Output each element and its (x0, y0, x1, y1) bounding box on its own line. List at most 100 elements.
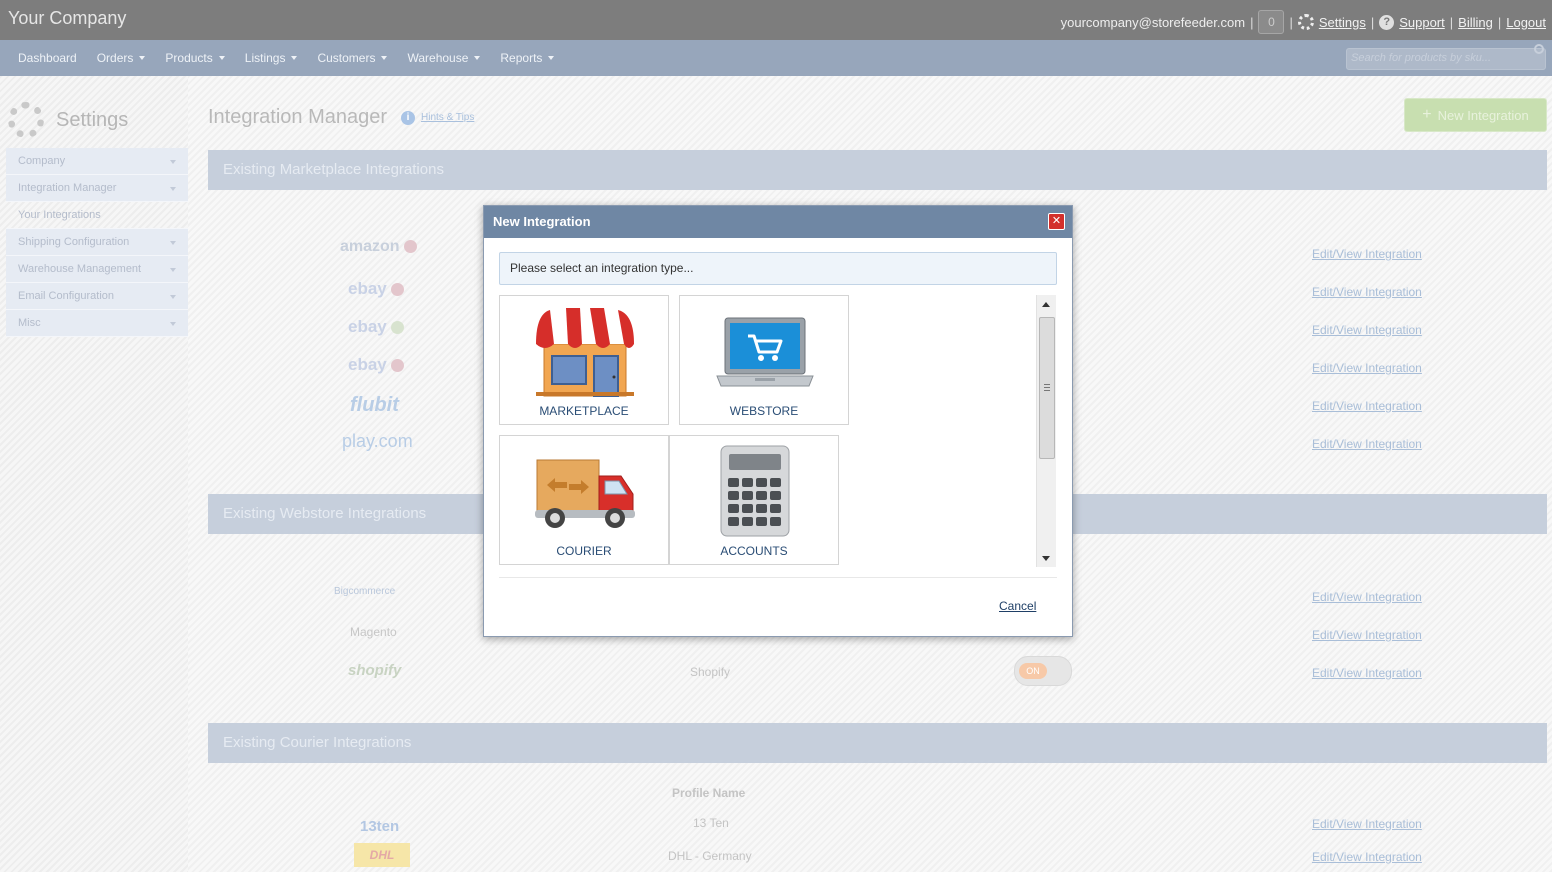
logout-link[interactable]: Logout (1506, 15, 1546, 30)
edit-integration-link[interactable]: Edit/View Integration (1312, 817, 1422, 831)
play-com-logo: play.com (342, 431, 413, 451)
storefront-icon (536, 308, 634, 397)
help-icon: ? (1379, 14, 1395, 30)
edit-integration-link[interactable]: Edit/View Integration (1312, 850, 1422, 864)
dialog-scrollbar[interactable] (1036, 295, 1056, 567)
nav-item-customers[interactable]: Customers (307, 40, 397, 76)
nav-item-reports[interactable]: Reports (490, 40, 564, 76)
brand-name: Your Company (8, 8, 127, 28)
new-integration-dialog: New Integration ✕ Please select an integ… (483, 205, 1073, 637)
info-icon: i (401, 110, 416, 125)
ebay-logo: ebay (348, 355, 404, 375)
shopify-logo: shopify (348, 662, 402, 679)
nav-item-products[interactable]: Products (155, 40, 234, 76)
edit-integration-link[interactable]: Edit/View Integration (1312, 666, 1422, 680)
plus-icon: + (1422, 106, 1432, 123)
dhl-logo: DHL (354, 843, 410, 867)
dialog-title: New Integration (493, 214, 591, 229)
settings-link[interactable]: Settings (1319, 15, 1366, 30)
page-title: Integration Manager i Hints & Tips (208, 106, 475, 128)
chevron-down-icon (170, 187, 176, 191)
profile-name-header: Profile Name (672, 786, 746, 800)
chevron-down-icon (170, 160, 176, 164)
integration-type-prompt: Please select an integration type... (499, 252, 1057, 285)
integration-name: Shopify (690, 665, 731, 679)
webstore-option[interactable]: WEBSTORE (679, 295, 849, 425)
edit-integration-link[interactable]: Edit/View Integration (1312, 399, 1422, 413)
billing-link[interactable]: Billing (1458, 15, 1493, 30)
us-flag-icon (390, 359, 404, 373)
grip-icon (1044, 384, 1050, 391)
chevron-down-icon (548, 56, 555, 60)
cancel-link[interactable]: Cancel (999, 599, 1036, 613)
account-links: yourcompany@storefeeder.com | 0 | Settin… (1061, 10, 1546, 34)
chevron-down-icon (139, 56, 146, 60)
courier-option[interactable]: COURIER (499, 435, 669, 565)
account-email: yourcompany@storefeeder.com (1060, 14, 1246, 30)
settings-menu: Company Integration Manager Your Integrati… (6, 148, 188, 337)
scroll-thumb[interactable] (1039, 317, 1055, 459)
chevron-down-icon (291, 56, 298, 60)
marketplace-section-header: Existing Marketplace Integrations (208, 150, 1547, 190)
chevron-down-icon (218, 56, 225, 60)
sidebar-item-your-integrations[interactable]: Your Integrations (6, 202, 188, 229)
edit-integration-link[interactable]: Edit/View Integration (1312, 323, 1422, 337)
sidebar-item-company[interactable]: Company (6, 148, 188, 175)
search-icon[interactable] (1534, 44, 1544, 54)
notification-count[interactable]: 0 (1258, 10, 1285, 34)
courier-profile-name: 13 Ten (693, 816, 729, 830)
edit-integration-link[interactable]: Edit/View Integration (1312, 247, 1422, 261)
nav-items: Dashboard Orders Products Listings Customers… (8, 40, 564, 76)
edit-integration-link[interactable]: Edit/View Integration (1312, 590, 1422, 604)
integration-type-list: MARKETPLACE WEBSTORE COURIER ACCOUNTS (499, 295, 1057, 568)
chevron-down-icon (170, 295, 176, 299)
calculator-icon (720, 445, 790, 537)
13ten-logo: 13ten (360, 818, 400, 835)
ebay-logo: ebay (348, 279, 404, 299)
hints-link[interactable]: Hints & Tips (421, 112, 474, 123)
gear-icon (8, 102, 44, 138)
sidebar-item-email-configuration[interactable]: Email Configuration (6, 283, 188, 310)
magento-logo: Magento (350, 625, 397, 639)
uk-flag-icon (403, 240, 417, 254)
new-integration-button[interactable]: + New Integration (1404, 98, 1547, 132)
delivery-truck-icon (535, 459, 635, 528)
italy-flag-icon (390, 321, 404, 335)
main-nav: Dashboard Orders Products Listings Customers… (0, 40, 1552, 76)
settings-heading: Settings (8, 102, 128, 138)
courier-profile-name: DHL - Germany (668, 849, 752, 863)
bigcommerce-logo: Bigcommerce (334, 586, 396, 597)
support-link[interactable]: Support (1399, 15, 1445, 30)
edit-integration-link[interactable]: Edit/View Integration (1312, 285, 1422, 299)
nav-item-orders[interactable]: Orders (87, 40, 156, 76)
search-input[interactable]: Search for products by sku... (1346, 48, 1546, 70)
marketplace-option[interactable]: MARKETPLACE (499, 295, 669, 425)
sidebar-item-warehouse-management[interactable]: Warehouse Management (6, 256, 188, 283)
dialog-divider (499, 577, 1057, 578)
chevron-down-icon (381, 56, 388, 60)
chevron-down-icon (170, 268, 176, 272)
ebay-logo: ebay (348, 317, 404, 337)
courier-section-header: Existing Courier Integrations (208, 723, 1547, 763)
flubit-logo: flubit (350, 394, 399, 416)
edit-integration-link[interactable]: Edit/View Integration (1312, 437, 1422, 451)
chevron-down-icon (170, 322, 176, 326)
accounts-option[interactable]: ACCOUNTS (669, 435, 839, 565)
uk-flag-icon (390, 283, 404, 297)
sidebar-item-misc[interactable]: Misc (6, 310, 188, 337)
sidebar-item-integration-manager[interactable]: Integration Manager (6, 175, 188, 202)
amazon-logo: amazon (340, 238, 417, 256)
sidebar-item-shipping-configuration[interactable]: Shipping Configuration (6, 229, 188, 256)
gear-icon (1297, 14, 1314, 30)
edit-integration-link[interactable]: Edit/View Integration (1312, 361, 1422, 375)
shopify-toggle[interactable]: ON (1014, 656, 1072, 686)
scroll-up-icon[interactable] (1042, 302, 1050, 307)
nav-item-dashboard[interactable]: Dashboard (8, 40, 87, 76)
chevron-down-icon (474, 56, 481, 60)
nav-item-warehouse[interactable]: Warehouse (397, 40, 490, 76)
nav-item-listings[interactable]: Listings (235, 40, 308, 76)
edit-integration-link[interactable]: Edit/View Integration (1312, 628, 1422, 642)
scroll-down-icon[interactable] (1042, 556, 1050, 561)
close-icon[interactable]: ✕ (1048, 213, 1065, 230)
chevron-down-icon (170, 241, 176, 245)
